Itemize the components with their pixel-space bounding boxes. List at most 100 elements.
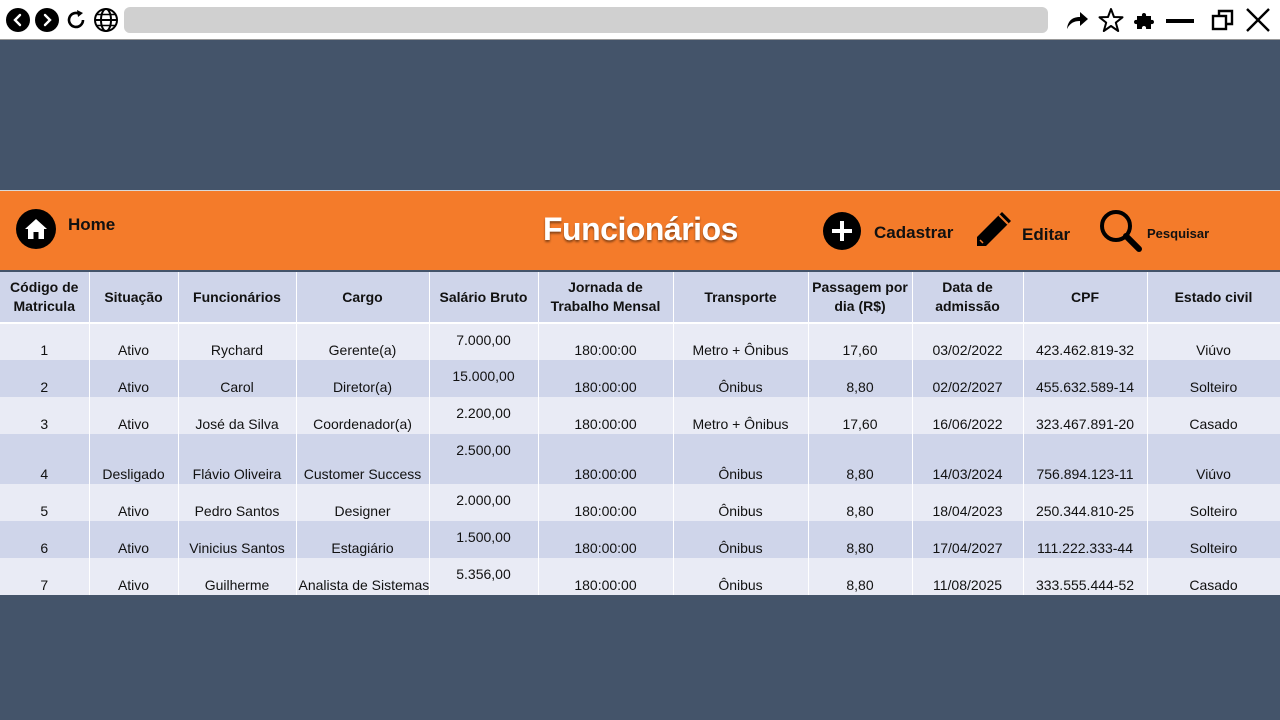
table-row[interactable]: 7 Ativo Guilherme Analista de Sistemas 5.356… [0, 558, 1280, 595]
table-cell: Ativo [89, 521, 179, 558]
table-row[interactable]: 1 Ativo Rychard Gerente(a) 7.000,00 180:00:00… [0, 323, 1280, 360]
table-cell: Coordenador(a) [296, 397, 430, 434]
pencil-icon[interactable] [972, 209, 1014, 256]
close-icon[interactable] [1243, 6, 1273, 34]
table-cell: Solteiro [1147, 360, 1280, 397]
page-title: Funcionários [543, 211, 738, 247]
table-cell: 8,80 [808, 521, 913, 558]
table-cell: 7 [0, 558, 90, 595]
edit-button[interactable]: Editar [1022, 225, 1070, 245]
table-cell: Ônibus [673, 484, 809, 521]
table-cell: 1.500,00 [429, 521, 539, 558]
home-icon[interactable] [16, 209, 56, 249]
table-body: 1 Ativo Rychard Gerente(a) 7.000,00 180:00:00… [0, 323, 1280, 595]
app-header: Home Funcionários Cadastrar Editar Pesqu… [0, 190, 1280, 270]
search-button[interactable]: Pesquisar [1147, 226, 1209, 241]
table-cell: 180:00:00 [538, 558, 674, 595]
table-cell: 2.000,00 [429, 484, 539, 521]
table-cell: Diretor(a) [296, 360, 430, 397]
table-cell: 333.555.444-52 [1023, 558, 1148, 595]
table-cell: Analista de Sistemas [296, 558, 430, 595]
table-cell: 180:00:00 [538, 434, 674, 484]
table-cell: Metro + Ônibus [673, 323, 809, 360]
column-header: Jornada de Trabalho Mensal [538, 272, 674, 324]
address-bar[interactable] [124, 7, 1048, 33]
table-row[interactable]: 2 Ativo Carol Diretor(a) 15.000,00 180:00:00 Ô… [0, 360, 1280, 397]
table-cell: Ônibus [673, 360, 809, 397]
arrow-left-icon[interactable] [6, 8, 30, 32]
table-cell: 2.200,00 [429, 397, 539, 434]
table-cell: 11/08/2025 [912, 558, 1024, 595]
table-cell: 8,80 [808, 484, 913, 521]
table-cell: 455.632.589-14 [1023, 360, 1148, 397]
employees-table-container: Código de Matricula Situação Funcionário… [0, 272, 1280, 597]
table-cell: 250.344.810-25 [1023, 484, 1148, 521]
table-cell: 2.500,00 [429, 434, 539, 484]
table-cell: 423.462.819-32 [1023, 323, 1148, 360]
table-cell: 4 [0, 434, 90, 484]
table-cell: 8,80 [808, 558, 913, 595]
table-cell: 1 [0, 323, 90, 360]
table-cell: José da Silva [178, 397, 297, 434]
table-cell: 17,60 [808, 397, 913, 434]
table-cell: Desligado [89, 434, 179, 484]
reload-icon[interactable] [63, 6, 89, 34]
table-cell: 180:00:00 [538, 360, 674, 397]
table-cell: 16/06/2022 [912, 397, 1024, 434]
table-cell: 756.894.123-11 [1023, 434, 1148, 484]
search-icon[interactable] [1097, 207, 1145, 260]
plus-circle-icon[interactable] [823, 212, 861, 250]
table-row[interactable]: 3 Ativo José da Silva Coordenador(a) 2.200,0… [0, 397, 1280, 434]
table-cell: 3 [0, 397, 90, 434]
share-arrow-icon[interactable] [1063, 6, 1091, 34]
table-cell: 02/02/2027 [912, 360, 1024, 397]
table-cell: Pedro Santos [178, 484, 297, 521]
table-cell: Casado [1147, 558, 1280, 595]
table-cell: Designer [296, 484, 430, 521]
table-cell: Guilherme [178, 558, 297, 595]
table-cell: 17,60 [808, 323, 913, 360]
column-header: Código de Matricula [0, 272, 90, 324]
table-cell: Ônibus [673, 558, 809, 595]
table-cell: 6 [0, 521, 90, 558]
table-cell: 5.356,00 [429, 558, 539, 595]
table-cell: 7.000,00 [429, 323, 539, 360]
table-cell: 17/04/2027 [912, 521, 1024, 558]
globe-icon [92, 6, 120, 34]
table-cell: Solteiro [1147, 521, 1280, 558]
table-cell: 111.222.333-44 [1023, 521, 1148, 558]
column-header: Estado civil [1147, 272, 1280, 324]
table-cell: 03/02/2022 [912, 323, 1024, 360]
table-cell: Gerente(a) [296, 323, 430, 360]
table-row[interactable]: 6 Ativo Vinicius Santos Estagiário 1.500,00 1… [0, 521, 1280, 558]
puzzle-icon[interactable] [1132, 6, 1158, 34]
column-header: CPF [1023, 272, 1148, 324]
table-cell: Vinicius Santos [178, 521, 297, 558]
table-row[interactable]: 5 Ativo Pedro Santos Designer 2.000,00 180:00… [0, 484, 1280, 521]
browser-toolbar [0, 0, 1280, 40]
column-header: Passagem por dia (R$) [808, 272, 913, 324]
table-cell: 8,80 [808, 434, 913, 484]
table-row[interactable]: 4 Desligado Flávio Oliveira Customer Succes… [0, 434, 1280, 484]
table-cell: 180:00:00 [538, 521, 674, 558]
table-cell: Ônibus [673, 434, 809, 484]
restore-icon[interactable] [1209, 6, 1237, 34]
star-icon[interactable] [1097, 6, 1125, 34]
table-cell: Ativo [89, 360, 179, 397]
table-cell: 180:00:00 [538, 484, 674, 521]
home-link[interactable]: Home [68, 215, 115, 235]
column-header: Data de admissão [912, 272, 1024, 324]
table-cell: Metro + Ônibus [673, 397, 809, 434]
table-cell: Viúvo [1147, 323, 1280, 360]
table-cell: Ativo [89, 323, 179, 360]
arrow-right-icon[interactable] [35, 8, 59, 32]
table-cell: 8,80 [808, 360, 913, 397]
table-cell: 323.467.891-20 [1023, 397, 1148, 434]
table-cell: Viúvo [1147, 434, 1280, 484]
minimize-icon[interactable] [1165, 6, 1195, 34]
table-header-row: Código de Matricula Situação Funcionário… [0, 272, 1280, 324]
table-cell: 14/03/2024 [912, 434, 1024, 484]
column-header: Cargo [296, 272, 430, 324]
add-button[interactable]: Cadastrar [874, 223, 953, 243]
table-cell: Customer Success [296, 434, 430, 484]
